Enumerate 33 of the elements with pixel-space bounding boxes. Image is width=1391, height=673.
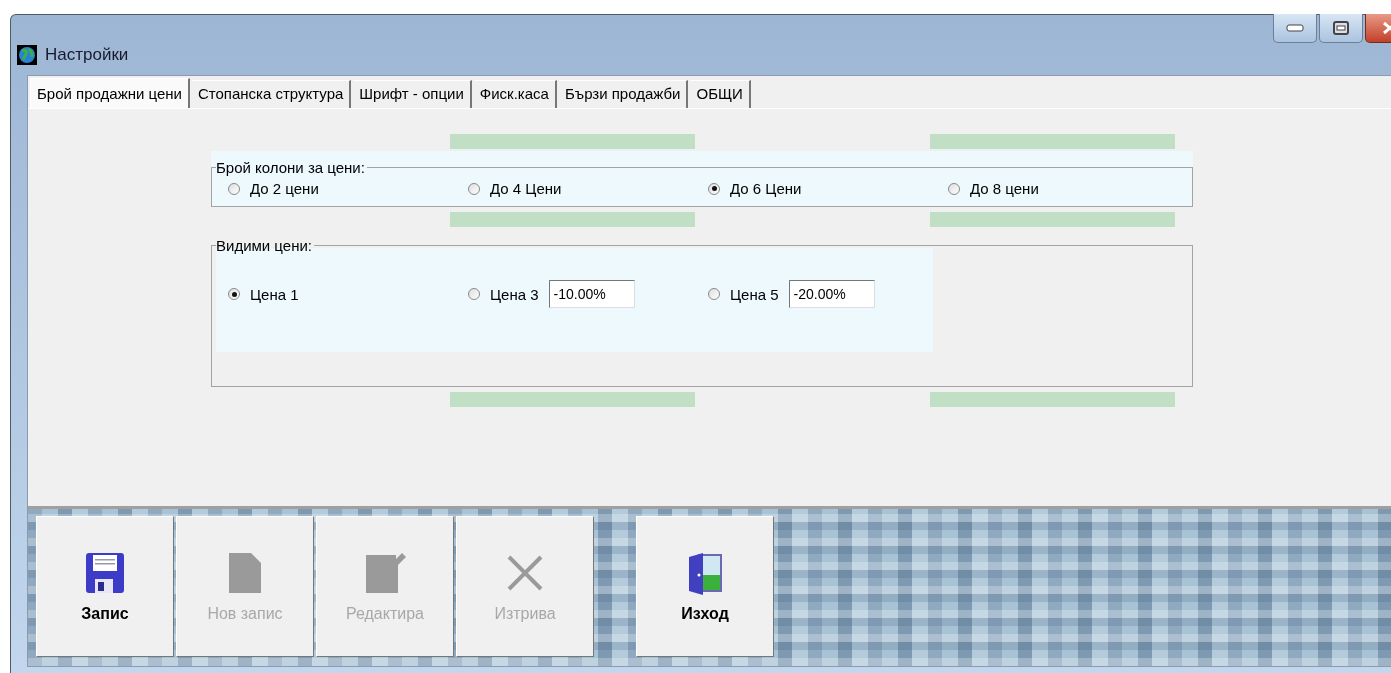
group-legend: Видими цени: [216,237,314,254]
group-legend: Брой колони за цени: [216,159,367,176]
document-pencil-icon [363,550,407,595]
maximize-icon [1333,21,1349,35]
tab[interactable]: Стопанска структура [191,80,352,108]
tab[interactable]: Фиск.каса [473,80,557,108]
tab[interactable]: Брой продажни цени [30,78,190,108]
tab[interactable]: Шрифт - опции [353,80,472,108]
minimize-button[interactable] [1273,14,1317,43]
radio-label: До 8 цени [970,180,1039,197]
tab[interactable]: ОБЩИ [690,80,751,108]
radio-label: До 6 Цени [730,180,802,197]
radio-button[interactable] [228,182,240,195]
radio-label: Цена 1 [250,285,299,303]
toolbar-button[interactable]: Запис [36,516,174,657]
tab[interactable]: Бързи продажби [558,80,689,108]
maximize-button[interactable] [1319,14,1363,43]
radio-label: До 2 цени [250,180,319,197]
radio-label: Цена 3 [490,285,539,303]
window-title: Настройки [45,45,129,65]
percent-field[interactable]: -20.00% [788,280,875,308]
radio-button[interactable] [708,182,720,195]
globe-icon [17,45,37,65]
percent-field[interactable]: -10.00% [548,280,635,308]
toolbar-button[interactable]: Изход [636,516,774,657]
radio-button[interactable] [228,288,240,300]
radio-label: Цена 5 [730,285,779,303]
radio-label: До 4 Цени [490,180,562,197]
minimize-icon [1286,24,1304,32]
radio-button[interactable] [468,182,480,195]
radio-button[interactable] [468,288,480,300]
radio-button[interactable] [948,182,960,195]
radio-button[interactable] [708,288,720,300]
